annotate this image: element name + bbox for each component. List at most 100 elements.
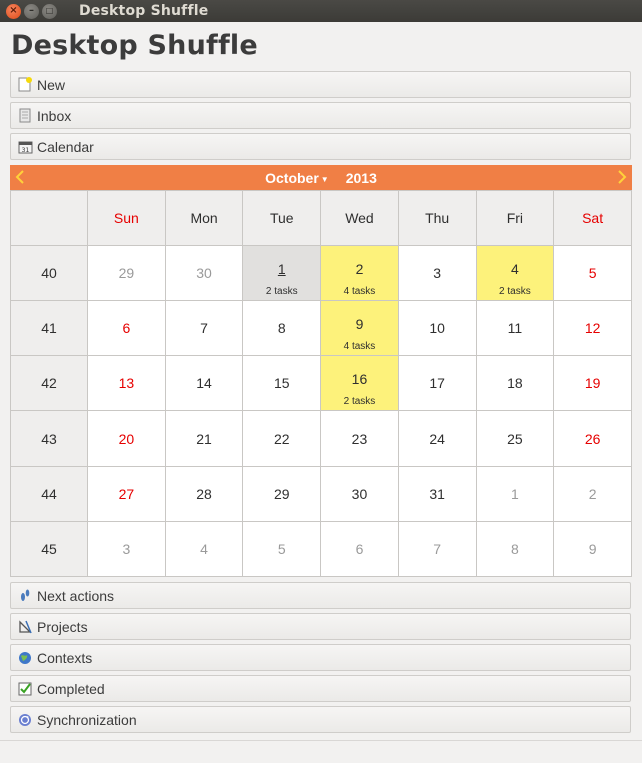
day-number: 5 bbox=[277, 540, 286, 557]
calendar-day-thu[interactable]: 10 bbox=[397, 300, 477, 357]
section-completed-label: Completed bbox=[37, 680, 105, 697]
calendar-day-sat[interactable]: 26 bbox=[553, 410, 632, 467]
calendar-day-mon[interactable]: 4 bbox=[164, 520, 244, 578]
calendar-day-wed[interactable]: 23 bbox=[320, 410, 399, 467]
calendar-day-sat[interactable]: 5 bbox=[553, 244, 632, 302]
calendar-day-thu[interactable]: 7 bbox=[397, 520, 477, 578]
section-inbox-label: Inbox bbox=[37, 107, 72, 124]
weekday-fri: Fri bbox=[475, 190, 555, 246]
day-number: 20 bbox=[118, 430, 135, 447]
calendar-day-wed[interactable]: 9 4 tasks bbox=[320, 300, 399, 357]
calendar-day-wed[interactable]: 2 4 tasks bbox=[320, 244, 399, 302]
task-count: 2 tasks bbox=[499, 286, 531, 298]
section-new[interactable]: New bbox=[10, 71, 631, 98]
day-number: 25 bbox=[507, 430, 523, 447]
calendar-day-mon[interactable]: 28 bbox=[164, 465, 244, 522]
day-number: 27 bbox=[118, 485, 135, 502]
task-count: 4 tasks bbox=[343, 286, 376, 298]
calendar-day-sat[interactable]: 19 bbox=[553, 355, 632, 412]
calendar-day-sat[interactable]: 2 bbox=[553, 465, 632, 522]
day-number: 11 bbox=[507, 320, 523, 337]
calendar-day-fri[interactable]: 11 bbox=[475, 300, 555, 357]
weekday-wed: Wed bbox=[320, 190, 399, 246]
svg-text:31: 31 bbox=[21, 147, 29, 154]
calendar-day-sun[interactable]: 20 bbox=[87, 410, 166, 467]
day-number: 18 bbox=[507, 375, 523, 392]
section-inbox[interactable]: Inbox bbox=[10, 102, 631, 129]
calendar-day-mon[interactable]: 7 bbox=[164, 300, 244, 357]
week-number: 43 bbox=[10, 410, 88, 467]
day-number: 29 bbox=[273, 485, 290, 502]
section-synchronization-label: Synchronization bbox=[37, 711, 137, 728]
month-selector[interactable]: October ▼ bbox=[265, 170, 329, 186]
maximize-icon: □ bbox=[45, 6, 54, 15]
calendar-day-wed[interactable]: 6 bbox=[320, 520, 399, 578]
calendar-day-mon[interactable]: 30 bbox=[164, 244, 244, 302]
calendar-day-tue[interactable]: 1 2 tasks bbox=[242, 244, 322, 302]
weekday-sun: Sun bbox=[87, 190, 166, 246]
section-calendar[interactable]: 31 Calendar bbox=[10, 133, 631, 160]
weekday-mon: Mon bbox=[164, 190, 244, 246]
calendar-day-fri[interactable]: 18 bbox=[475, 355, 555, 412]
section-contexts[interactable]: Contexts bbox=[10, 644, 631, 671]
calendar-day-mon[interactable]: 21 bbox=[164, 410, 244, 467]
day-number: 13 bbox=[118, 375, 135, 392]
section-completed[interactable]: Completed bbox=[10, 675, 631, 702]
minimize-icon: – bbox=[29, 5, 34, 16]
day-number: 15 bbox=[273, 375, 290, 392]
calendar-day-thu[interactable]: 24 bbox=[397, 410, 477, 467]
calendar-day-tue[interactable]: 8 bbox=[242, 300, 322, 357]
day-number: 16 bbox=[351, 371, 368, 388]
calendar-day-sun[interactable]: 29 bbox=[87, 244, 166, 302]
year-label[interactable]: 2013 bbox=[346, 170, 377, 186]
day-number: 1 bbox=[277, 261, 286, 278]
calendar-day-wed[interactable]: 30 bbox=[320, 465, 399, 522]
calendar-day-sun[interactable]: 3 bbox=[87, 520, 166, 578]
calendar-day-wed[interactable]: 16 2 tasks bbox=[320, 355, 399, 412]
section-next-actions-label: Next actions bbox=[37, 587, 115, 604]
close-icon: × bbox=[9, 5, 18, 16]
calendar-day-tue[interactable]: 22 bbox=[242, 410, 322, 467]
calendar-day-sat[interactable]: 9 bbox=[553, 520, 632, 578]
calendar-day-fri[interactable]: 8 bbox=[475, 520, 555, 578]
calendar-day-thu[interactable]: 31 bbox=[397, 465, 477, 522]
day-number: 31 bbox=[429, 485, 445, 502]
section-next-actions[interactable]: Next actions bbox=[10, 582, 631, 609]
calendar-day-mon[interactable]: 14 bbox=[164, 355, 244, 412]
calendar-day-fri[interactable]: 1 bbox=[475, 465, 555, 522]
previous-month-button[interactable] bbox=[12, 168, 28, 186]
calendar-day-thu[interactable]: 3 bbox=[397, 244, 477, 302]
day-number: 3 bbox=[433, 265, 442, 282]
minimize-window-button[interactable]: – bbox=[24, 3, 39, 19]
calendar-day-tue[interactable]: 15 bbox=[242, 355, 322, 412]
calendar-day-tue[interactable]: 5 bbox=[242, 520, 322, 578]
day-number: 24 bbox=[429, 430, 445, 447]
day-number: 12 bbox=[584, 320, 601, 337]
day-number: 6 bbox=[355, 540, 364, 557]
close-window-button[interactable]: × bbox=[6, 3, 21, 19]
calendar-day-thu[interactable]: 17 bbox=[397, 355, 477, 412]
calendar-day-sun[interactable]: 27 bbox=[87, 465, 166, 522]
day-number: 22 bbox=[273, 430, 290, 447]
calendar-day-sat[interactable]: 12 bbox=[553, 300, 632, 357]
maximize-window-button[interactable]: □ bbox=[42, 3, 57, 19]
day-number: 30 bbox=[196, 265, 212, 282]
week-number: 41 bbox=[10, 300, 88, 357]
calendar-day-tue[interactable]: 29 bbox=[242, 465, 322, 522]
task-count: 2 tasks bbox=[265, 286, 298, 298]
checkbox-checked-icon bbox=[17, 681, 33, 697]
next-month-button[interactable] bbox=[614, 168, 630, 186]
chevron-left-icon bbox=[15, 170, 24, 184]
section-projects[interactable]: Projects bbox=[10, 613, 631, 640]
day-number: 26 bbox=[584, 430, 601, 447]
drafting-tools-icon bbox=[17, 619, 33, 635]
calendar-day-sun[interactable]: 13 bbox=[87, 355, 166, 412]
day-number: 7 bbox=[433, 540, 442, 557]
calendar-day-sun[interactable]: 6 bbox=[87, 300, 166, 357]
chevron-right-icon bbox=[618, 170, 627, 184]
status-bar-divider bbox=[0, 740, 642, 741]
calendar-day-fri[interactable]: 25 bbox=[475, 410, 555, 467]
section-synchronization[interactable]: Synchronization bbox=[10, 706, 631, 733]
sync-icon bbox=[17, 712, 33, 728]
calendar-day-fri[interactable]: 4 2 tasks bbox=[475, 244, 555, 302]
